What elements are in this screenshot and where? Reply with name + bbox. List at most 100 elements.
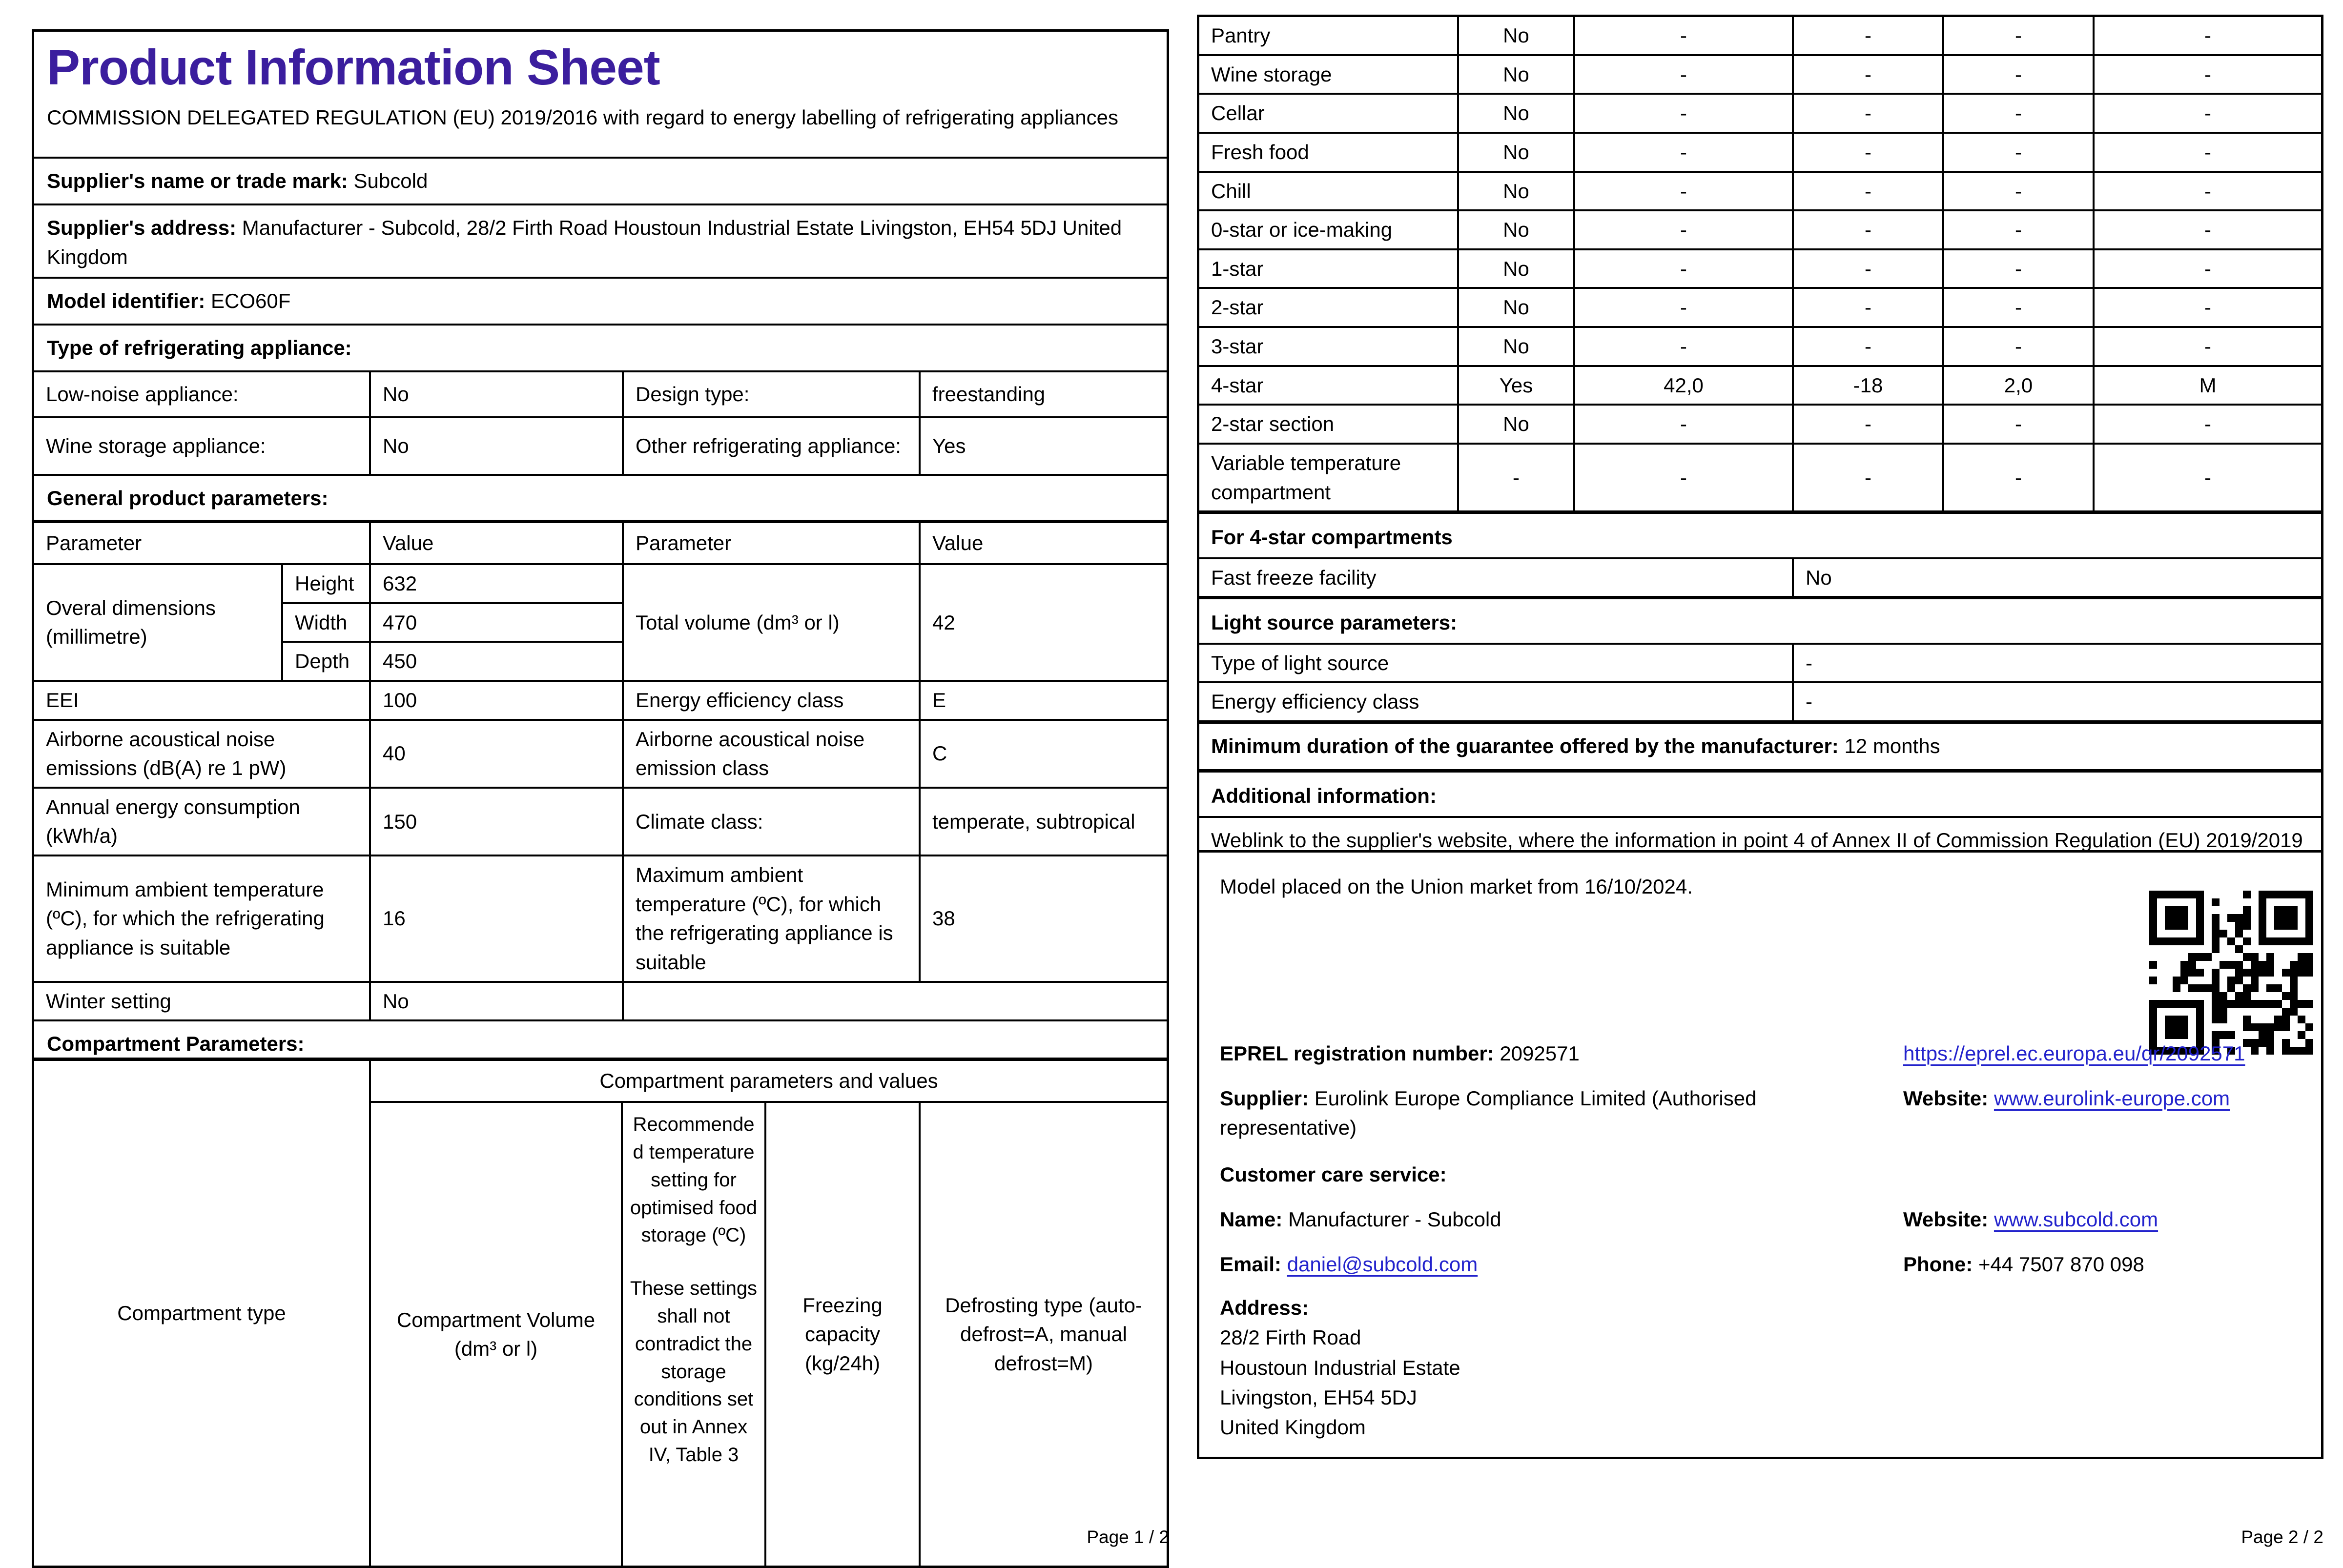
- energy-class-value: E: [920, 681, 1167, 720]
- other-appliance-value: Yes: [920, 417, 1167, 474]
- wine-storage-label: Wine storage appliance:: [34, 417, 370, 474]
- care-address-line: Houstoun Industrial Estate: [1220, 1353, 1931, 1383]
- compartment-freezing-cell: -: [1943, 210, 2094, 249]
- appliance-type-table: Low-noise appliance: No Design type: fre…: [34, 372, 1167, 474]
- care-phone: Phone: +44 7507 870 098: [1903, 1250, 2309, 1279]
- website-label: Website:: [1903, 1087, 1988, 1110]
- compartment-temp-cell: -: [1793, 444, 1943, 512]
- table-row: Compartment type Compartment parameters …: [34, 1061, 1167, 1102]
- design-type-value: freestanding: [920, 372, 1167, 417]
- compartment-freezing-cell: 2,0: [1943, 366, 2094, 405]
- type-heading-row: Type of refrigerating appliance:: [34, 324, 1167, 370]
- table-row: EEI 100 Energy efficiency class E: [34, 681, 1167, 720]
- min-ambient-temp-value: 16: [370, 855, 623, 982]
- dimension-width-value: 470: [370, 603, 623, 642]
- care-address-line: Livingston, EH54 5DJ: [1220, 1383, 1931, 1412]
- care-name-row: Name: Manufacturer - Subcold Website: ww…: [1220, 1205, 2309, 1234]
- compartment-freezing-cell: -: [1943, 249, 2094, 288]
- dimension-depth-label: Depth: [282, 642, 370, 681]
- guarantee-row: Minimum duration of the guarantee offere…: [1199, 722, 2321, 771]
- care-name-label: Name:: [1220, 1208, 1282, 1231]
- regulation-subtitle: COMMISSION DELEGATED REGULATION (EU) 201…: [47, 103, 1154, 132]
- care-email-label: Email:: [1220, 1253, 1281, 1276]
- compartment-volume-cell: -: [1574, 249, 1793, 288]
- compartment-type-cell: Wine storage: [1199, 55, 1458, 94]
- compartment-heading: Compartment Parameters:: [47, 1032, 305, 1055]
- general-parameters-heading-row: General product parameters:: [34, 474, 1167, 520]
- design-type-label: Design type:: [623, 372, 920, 417]
- general-parameters-section: Parameter Value Parameter Value Overal d…: [34, 520, 1167, 1019]
- light-energy-class-value: -: [1793, 682, 2321, 722]
- eprel-link[interactable]: https://eprel.ec.europa.eu/qr/2092571: [1903, 1042, 2245, 1065]
- care-website-wrap: Website: www.subcold.com: [1903, 1205, 2309, 1234]
- table-row: Airborne acoustical noise emissions (dB(…: [34, 720, 1167, 788]
- care-address-line: 28/2 Firth Road: [1220, 1323, 1931, 1352]
- compartment-type-cell: Fresh food: [1199, 133, 1458, 172]
- energy-class-label: Energy efficiency class: [623, 681, 920, 720]
- climate-class-label: Climate class:: [623, 788, 920, 855]
- table-row: 1-star No - - - -: [1199, 249, 2321, 288]
- care-email-row: Email: daniel@subcold.com Phone: +44 750…: [1220, 1250, 2309, 1279]
- care-address-line: United Kingdom: [1220, 1412, 1931, 1442]
- additional-info-heading: Additional information:: [1199, 771, 2321, 817]
- other-appliance-label: Other refrigerating appliance:: [623, 417, 920, 474]
- noise-class-value: C: [920, 720, 1167, 788]
- low-noise-label: Low-noise appliance:: [34, 372, 370, 417]
- table-row: Wine storage appliance: No Other refrige…: [34, 417, 1167, 474]
- guarantee-value: 12 months: [1844, 734, 1940, 757]
- compartment-present-cell: Yes: [1458, 366, 1574, 405]
- table-row: Variable temperature compartment - - - -…: [1199, 444, 2321, 512]
- light-source-heading: Light source parameters:: [1199, 598, 2321, 644]
- eprel-value: 2092571: [1500, 1042, 1580, 1065]
- compartment-type-cell: 3-star: [1199, 327, 1458, 366]
- supplier-label: Supplier:: [1220, 1087, 1309, 1110]
- compartment-present-cell: No: [1458, 172, 1574, 211]
- care-name: Name: Manufacturer - Subcold: [1220, 1205, 1903, 1234]
- document-header: Product Information Sheet COMMISSION DEL…: [34, 32, 1167, 157]
- table-row: Pantry No - - - -: [1199, 17, 2321, 55]
- column-header-parameter: Parameter: [623, 523, 920, 564]
- table-row-4-star: 4-star Yes 42,0 -18 2,0 M: [1199, 366, 2321, 405]
- compartment-defrost-cell: -: [2094, 288, 2321, 327]
- supplier-name-value: Subcold: [354, 169, 428, 192]
- compartment-temp-cell: -: [1793, 55, 1943, 94]
- empty-cell: [623, 982, 1167, 1020]
- page-2: Pantry No - - - - Wine storage No - - - …: [1197, 15, 2323, 1552]
- care-email-link[interactable]: daniel@subcold.com: [1287, 1253, 1478, 1276]
- customer-care-heading: Customer care service:: [1220, 1160, 1447, 1189]
- noise-class-label: Airborne acoustical noise emission class: [623, 720, 920, 788]
- noise-emission-value: 40: [370, 720, 623, 788]
- page-number: Page 2 / 2: [1197, 1525, 2323, 1550]
- light-energy-class-row: Energy efficiency class -: [1199, 682, 2321, 722]
- compartment-volume-cell: 42,0: [1574, 366, 1793, 405]
- dimensions-label: Overal dimensions (millimetre): [34, 564, 282, 681]
- compartment-freezing-cell: -: [1943, 94, 2094, 133]
- website-label: Website:: [1903, 1208, 1988, 1231]
- supplier-row: Supplier: Eurolink Europe Compliance Lim…: [1220, 1084, 2309, 1142]
- compartment-volume-cell: -: [1574, 55, 1793, 94]
- table-row: Chill No - - - -: [1199, 172, 2321, 211]
- compartment-present-cell: -: [1458, 444, 1574, 512]
- table-row: 2-star No - - - -: [1199, 288, 2321, 327]
- compartment-values-table: Pantry No - - - - Wine storage No - - - …: [1199, 17, 2321, 891]
- supplier-name-label: Supplier's name or trade mark:: [47, 169, 348, 192]
- annual-energy-value: 150: [370, 788, 623, 855]
- fast-freeze-label: Fast freeze facility: [1199, 558, 1793, 598]
- storage-conditions-note: These settings shall not contradict the …: [628, 1275, 760, 1469]
- table-row: Cellar No - - - -: [1199, 94, 2321, 133]
- compartment-temp-cell: -: [1793, 133, 1943, 172]
- guarantee-label: Minimum duration of the guarantee offere…: [1211, 734, 1839, 757]
- compartment-temp-cell: -: [1793, 249, 1943, 288]
- supplier-website-link[interactable]: www.eurolink-europe.com: [1994, 1087, 2230, 1110]
- table-row: Low-noise appliance: No Design type: fre…: [34, 372, 1167, 417]
- general-parameters-heading: General product parameters:: [47, 487, 329, 509]
- guarantee-cell: Minimum duration of the guarantee offere…: [1199, 722, 2321, 771]
- max-ambient-temp-value: 38: [920, 855, 1167, 982]
- compartment-type-cell: 1-star: [1199, 249, 1458, 288]
- table-row: 2-star section No - - - -: [1199, 405, 2321, 444]
- eei-label: EEI: [34, 681, 370, 720]
- care-website-link[interactable]: www.subcold.com: [1994, 1208, 2158, 1231]
- compartment-temp-cell: -: [1793, 17, 1943, 55]
- compartment-defrost-cell: -: [2094, 94, 2321, 133]
- compartment-freezing-cell: -: [1943, 172, 2094, 211]
